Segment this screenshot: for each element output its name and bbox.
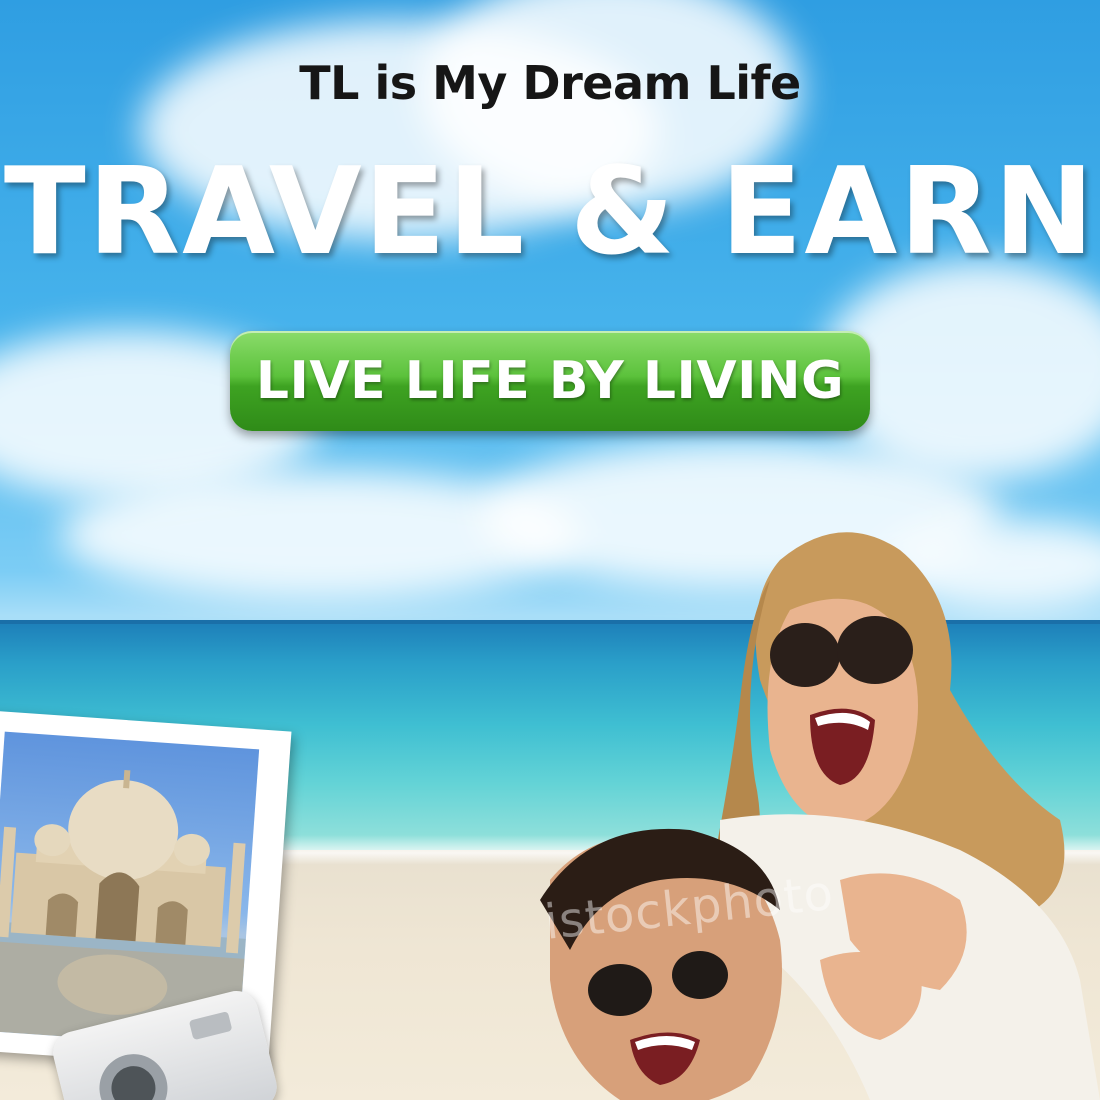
cta-button[interactable]: LIVE LIFE BY LIVING (230, 331, 870, 431)
travel-banner: TL is My Dream Life TRAVEL & EARN LIVE L… (0, 0, 1100, 1100)
cta-label: LIVE LIFE BY LIVING (255, 351, 845, 411)
tagline: TL is My Dream Life (299, 56, 801, 110)
headline: TRAVEL & EARN (3, 143, 1097, 282)
couple-image (540, 532, 1100, 1100)
